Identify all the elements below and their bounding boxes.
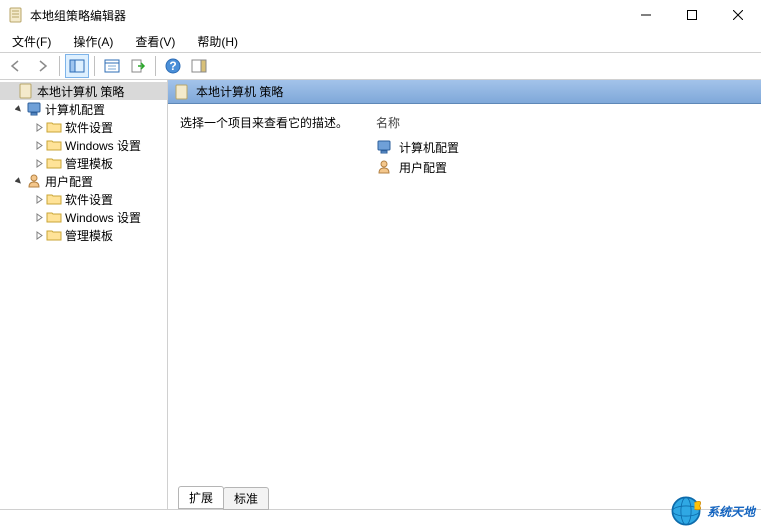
list-item-label: 用户配置 <box>399 159 447 176</box>
tree-user-admin[interactable]: 管理模板 <box>0 226 167 244</box>
tree-computer-software[interactable]: 软件设置 <box>0 118 167 136</box>
show-hide-action-pane-button[interactable] <box>187 54 211 78</box>
expand-icon[interactable] <box>32 195 46 204</box>
tree-label: Windows 设置 <box>65 137 141 154</box>
description-area: 选择一个项目来查看它的描述。 <box>180 114 376 477</box>
tree-user-software[interactable]: 软件设置 <box>0 190 167 208</box>
tree-label: 软件设置 <box>65 119 113 136</box>
policy-icon <box>174 84 190 100</box>
tree-label: 管理模板 <box>65 155 113 172</box>
description-hint: 选择一个项目来查看它的描述。 <box>180 116 348 130</box>
tree-label: Windows 设置 <box>65 209 141 226</box>
menu-help[interactable]: 帮助(H) <box>193 31 242 52</box>
tree-label: 本地计算机 策略 <box>37 83 124 100</box>
tab-standard[interactable]: 标准 <box>223 487 269 510</box>
show-hide-tree-button[interactable] <box>65 54 89 78</box>
folder-icon <box>46 227 62 243</box>
help-button[interactable]: ? <box>161 54 185 78</box>
app-icon <box>8 7 24 23</box>
toolbar-separator <box>59 56 60 76</box>
svg-text:?: ? <box>169 59 176 73</box>
computer-icon <box>376 139 392 155</box>
menu-action[interactable]: 操作(A) <box>69 31 117 52</box>
tree-label: 软件设置 <box>65 191 113 208</box>
tree-computer-windows[interactable]: Windows 设置 <box>0 136 167 154</box>
collapse-icon[interactable] <box>12 105 26 114</box>
list-item-computer-config[interactable]: 计算机配置 <box>376 137 749 157</box>
expand-icon[interactable] <box>32 141 46 150</box>
computer-icon <box>26 101 42 117</box>
user-icon <box>376 159 392 175</box>
folder-icon <box>46 137 62 153</box>
content-area: 本地计算机 策略 计算机配置 软件设置 Windows 设置 管理模板 用户配置 <box>0 80 761 510</box>
title-bar: 本地组策略编辑器 <box>0 0 761 30</box>
menu-bar: 文件(F) 操作(A) 查看(V) 帮助(H) <box>0 30 761 52</box>
policy-icon <box>18 83 34 99</box>
globe-icon <box>669 494 703 528</box>
tree-user-windows[interactable]: Windows 设置 <box>0 208 167 226</box>
collapse-icon[interactable] <box>12 177 26 186</box>
folder-icon <box>46 191 62 207</box>
expand-icon[interactable] <box>32 213 46 222</box>
list-item-label: 计算机配置 <box>399 139 459 156</box>
list-item-user-config[interactable]: 用户配置 <box>376 157 749 177</box>
window-controls <box>623 0 761 30</box>
column-header-name[interactable]: 名称 <box>376 114 749 131</box>
watermark: 系统天地 <box>669 494 755 528</box>
expand-icon[interactable] <box>32 159 46 168</box>
toolbar: ? <box>0 52 761 80</box>
back-button <box>4 54 28 78</box>
folder-icon <box>46 209 62 225</box>
toolbar-separator <box>155 56 156 76</box>
detail-pane: 本地计算机 策略 选择一个项目来查看它的描述。 名称 计算机配置 用户配置 扩展… <box>168 80 761 509</box>
window-title: 本地组策略编辑器 <box>30 7 623 24</box>
tree-label: 用户配置 <box>45 173 93 190</box>
expand-icon[interactable] <box>32 231 46 240</box>
detail-title: 本地计算机 策略 <box>196 83 283 100</box>
watermark-text: 系统天地 <box>707 503 755 520</box>
detail-body: 选择一个项目来查看它的描述。 名称 计算机配置 用户配置 <box>168 104 761 487</box>
folder-icon <box>46 119 62 135</box>
tree-computer-config[interactable]: 计算机配置 <box>0 100 167 118</box>
expand-icon[interactable] <box>32 123 46 132</box>
minimize-button[interactable] <box>623 0 669 30</box>
tree-pane[interactable]: 本地计算机 策略 计算机配置 软件设置 Windows 设置 管理模板 用户配置 <box>0 80 168 509</box>
export-button[interactable] <box>126 54 150 78</box>
close-button[interactable] <box>715 0 761 30</box>
folder-icon <box>46 155 62 171</box>
tree-user-config[interactable]: 用户配置 <box>0 172 167 190</box>
properties-button[interactable] <box>100 54 124 78</box>
user-icon <box>26 173 42 189</box>
toolbar-separator <box>94 56 95 76</box>
maximize-button[interactable] <box>669 0 715 30</box>
list-area: 名称 计算机配置 用户配置 <box>376 114 749 477</box>
menu-view[interactable]: 查看(V) <box>131 31 179 52</box>
tree-root[interactable]: 本地计算机 策略 <box>0 82 167 100</box>
tab-extended[interactable]: 扩展 <box>178 486 224 509</box>
menu-file[interactable]: 文件(F) <box>8 31 55 52</box>
tree-label: 计算机配置 <box>45 101 105 118</box>
tree-label: 管理模板 <box>65 227 113 244</box>
tree-computer-admin[interactable]: 管理模板 <box>0 154 167 172</box>
detail-header: 本地计算机 策略 <box>168 80 761 104</box>
forward-button <box>30 54 54 78</box>
